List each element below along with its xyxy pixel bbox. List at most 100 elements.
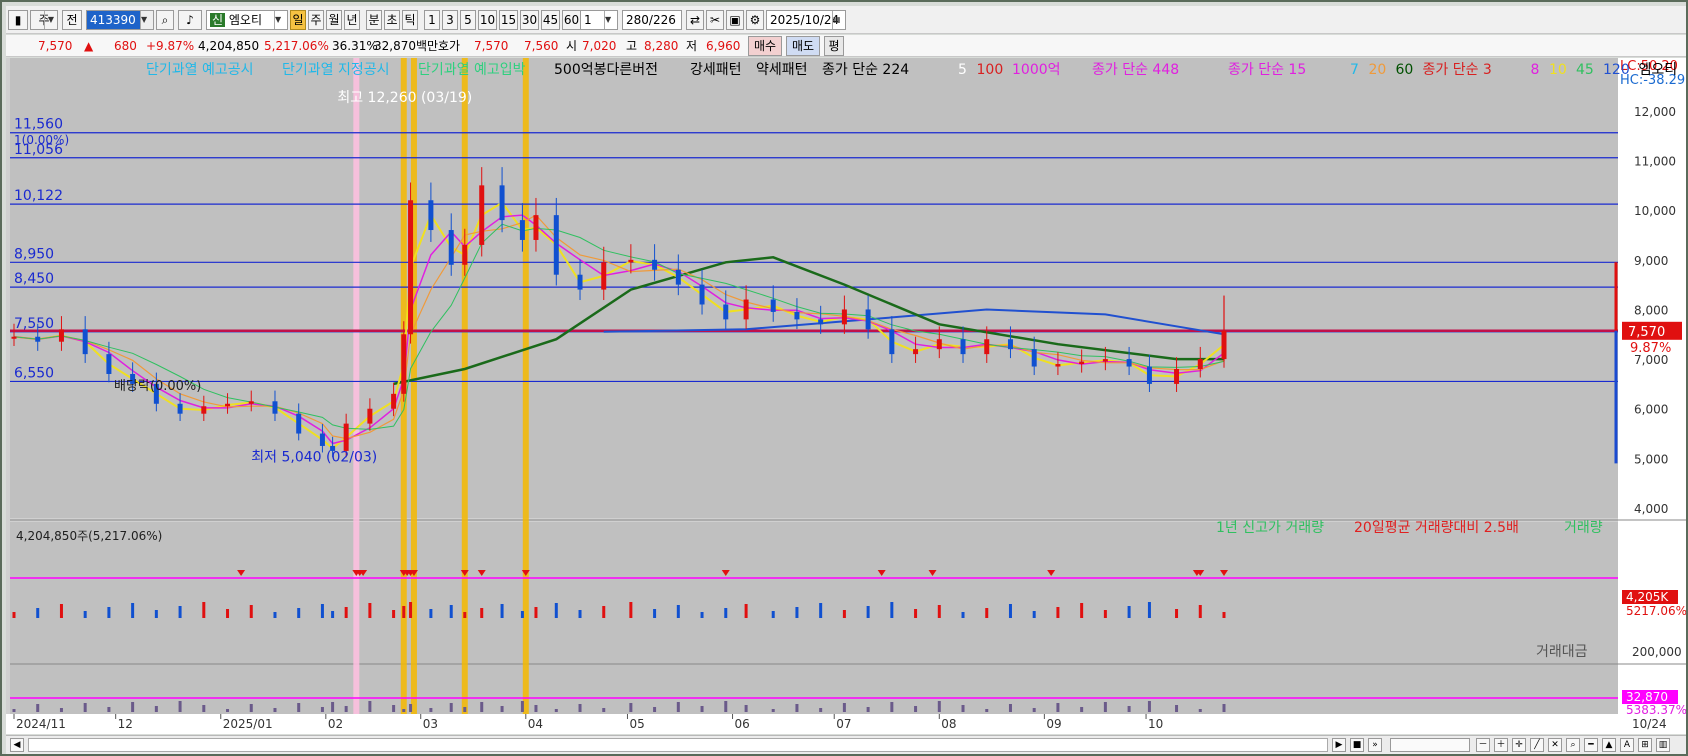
fast-forward-icon[interactable]: » — [1368, 738, 1382, 752]
interval-button-5[interactable]: 5 — [460, 10, 476, 30]
amount-legend: 거래대금 — [1536, 644, 1588, 660]
market-select[interactable]: 주 ▼ — [30, 10, 58, 30]
volume-bar — [297, 608, 301, 618]
volume-bar — [368, 603, 372, 618]
amount-bar — [320, 707, 324, 712]
date-axis-right-label: 10/24 — [1632, 717, 1667, 731]
candle — [408, 200, 414, 335]
interval-button-30[interactable]: 30 — [520, 10, 539, 30]
price-axis-label: 9,000 — [1634, 254, 1668, 268]
settings-icon[interactable]: ⚙ — [746, 10, 764, 30]
volume-bar — [554, 603, 558, 618]
period-day-button[interactable]: 일 — [290, 10, 306, 30]
buy-button[interactable]: 매수 — [748, 36, 782, 56]
bar-count-field[interactable]: 280/226 — [622, 10, 682, 30]
magnifier-icon[interactable]: ⌕ — [1566, 738, 1580, 752]
chart-type-icon[interactable]: ▥ — [1656, 738, 1670, 752]
interval-button-1[interactable]: 1 — [424, 10, 440, 30]
draw-line-icon[interactable]: ╱ — [1530, 738, 1544, 752]
period-month-button[interactable]: 월 — [326, 10, 342, 30]
grid-icon[interactable]: ⊞ — [1638, 738, 1652, 752]
interval-button-10[interactable]: 10 — [478, 10, 497, 30]
draw-cross-icon[interactable]: ✕ — [1548, 738, 1562, 752]
tools-icon[interactable]: ✂ — [706, 10, 724, 30]
scroll-left-icon[interactable]: ◀ — [10, 738, 24, 752]
interval-select[interactable]: 1 ▼ — [580, 10, 618, 30]
date-value: 2025/10/24 — [770, 13, 840, 27]
change-percent: +9.87% — [146, 39, 195, 53]
amount-bar — [59, 708, 63, 712]
zoom-slider[interactable] — [1390, 738, 1470, 752]
volume-bar — [914, 609, 918, 618]
chart-area[interactable]: 11,560 11,056 10,122 8,950 8,450 7,550 6,550 1(… — [6, 58, 1686, 734]
chevron-down-icon: ▼ — [274, 11, 287, 29]
high-price: 8,280 — [644, 39, 679, 53]
candle — [428, 200, 434, 231]
period-tick-button[interactable]: 틱 — [402, 10, 418, 30]
interval-button-15[interactable]: 15 — [499, 10, 518, 30]
chart-menu-icon[interactable]: ▮ — [8, 10, 28, 30]
level-label: 6,550 — [14, 365, 54, 381]
period-week-button[interactable]: 주 — [308, 10, 324, 30]
volume-bar — [653, 609, 657, 618]
volume-bar — [249, 605, 253, 618]
amount-bar — [500, 706, 504, 712]
legend-item: 45 — [1576, 62, 1594, 78]
stock-badge: 신 — [210, 13, 226, 27]
volume-tag-value: 4,205K — [1626, 590, 1669, 604]
search-icon[interactable]: ⌕ — [156, 10, 174, 30]
candle — [553, 215, 559, 275]
zoom-in-icon[interactable]: ＋ — [1494, 738, 1508, 752]
candle — [35, 336, 41, 342]
candle — [1031, 349, 1037, 367]
amount-bar — [36, 704, 40, 712]
stock-name-field[interactable]: 신 엠오티 ▼ — [206, 10, 288, 30]
link-icon[interactable]: ⇄ — [686, 10, 704, 30]
amount-bar — [273, 708, 277, 712]
volume-panel — [10, 522, 1618, 664]
volume-bar — [1198, 605, 1202, 618]
date-axis-label: 2025/01 — [223, 717, 273, 731]
up-arrow-icon[interactable]: ▲ — [1602, 738, 1616, 752]
legend-item: 8 — [1531, 62, 1540, 78]
price-axis-label: 11,000 — [1634, 155, 1676, 169]
text-icon[interactable]: A — [1620, 738, 1634, 752]
legend-item: 100 — [977, 62, 1004, 78]
scope-button[interactable]: 전 — [62, 10, 82, 30]
date-input[interactable]: 2025/10/24 ▦ — [766, 10, 846, 30]
interval-button-60[interactable]: 60 — [562, 10, 581, 30]
open-label: 시 — [566, 39, 578, 53]
candle — [913, 349, 919, 355]
amount-bar — [463, 707, 467, 712]
eval-button[interactable]: 평 — [824, 36, 844, 56]
scroll-bar[interactable]: ◀ ▶ ■ » － ＋ ✛ ╱ ✕ ⌕ ━ ▲ A ⊞ ▥ — [6, 735, 1686, 754]
sell-button[interactable]: 매도 — [786, 36, 820, 56]
interval-button-3[interactable]: 3 — [442, 10, 458, 30]
chart-canvas[interactable]: 11,56011,05610,1228,9508,4507,5506,5501(… — [6, 58, 1686, 734]
interval-button-45[interactable]: 45 — [541, 10, 560, 30]
period-second-button[interactable]: 초 — [384, 10, 400, 30]
speaker-icon[interactable]: ♪ — [178, 10, 202, 30]
minus-icon[interactable]: ━ — [1584, 738, 1598, 752]
amount-bar — [866, 707, 870, 712]
chevron-down-icon: ▼ — [44, 11, 57, 29]
amount-bar — [344, 706, 348, 712]
scroll-right-icon[interactable]: ▶ — [1332, 738, 1346, 752]
candle — [652, 259, 658, 270]
amount-bar — [961, 705, 965, 712]
amount-bar — [154, 706, 158, 712]
zoom-out-icon[interactable]: － — [1476, 738, 1490, 752]
crosshair-icon[interactable]: ✛ — [1512, 738, 1526, 752]
save-icon[interactable]: ▣ — [726, 10, 744, 30]
amount-bar — [1127, 706, 1131, 712]
period-minute-button[interactable]: 분 — [366, 10, 382, 30]
stop-icon[interactable]: ■ — [1350, 738, 1364, 752]
stock-code-input[interactable]: 413390 ▼ — [86, 10, 154, 30]
price-axis-label: 10,000 — [1634, 204, 1676, 218]
scroll-track[interactable] — [28, 738, 1328, 752]
period-year-button[interactable]: 년 — [344, 10, 360, 30]
amount-bar — [202, 705, 206, 712]
interval-select-value: 1 — [584, 13, 592, 27]
candle — [1055, 364, 1061, 367]
last-pct-tag: 9.87% — [1630, 341, 1671, 356]
